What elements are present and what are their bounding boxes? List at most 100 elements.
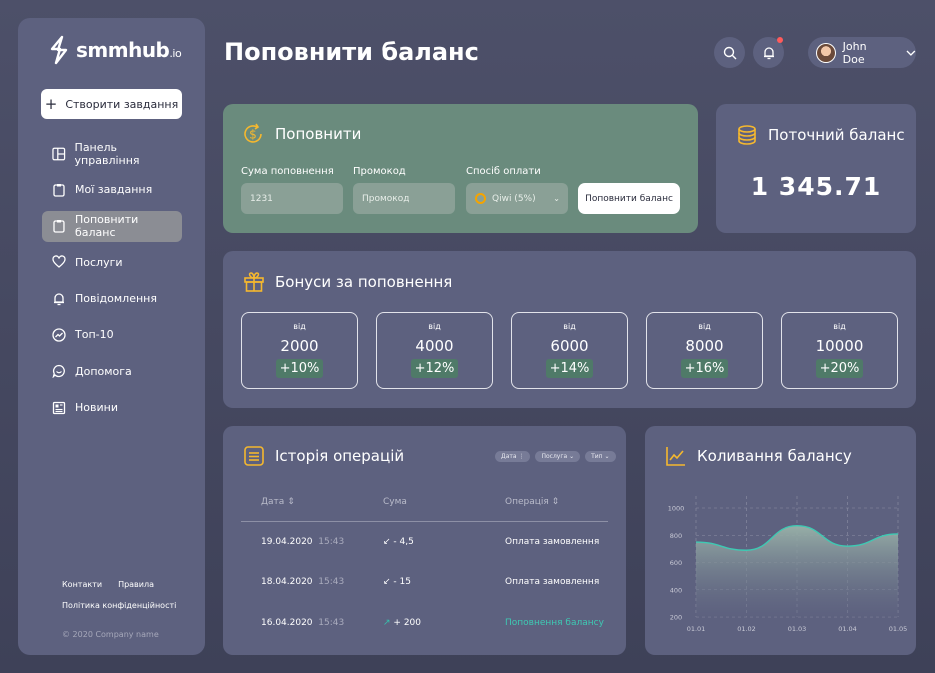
table-row-date: 16.04.2020 15:43: [261, 618, 344, 628]
tier-from: від: [563, 322, 576, 331]
column-date-label: Дата: [261, 497, 285, 507]
topup-card: $ Поповнити Сума поповнення Промокод Спо…: [223, 104, 698, 233]
sidebar-item-label: Панель управління: [74, 140, 140, 167]
y-tick-label: 200: [670, 614, 682, 622]
chevron-down-icon: [906, 50, 916, 56]
sidebar-item-my-tasks[interactable]: Мої завдання: [42, 174, 182, 205]
logo-text: smmhub: [76, 38, 170, 62]
arrow-up-right-icon: ↗: [383, 618, 391, 628]
row-operation: Оплата замовлення: [505, 577, 600, 587]
chevron-down-icon: ⌄: [553, 194, 560, 203]
sidebar-item-top10[interactable]: Топ-10: [42, 319, 182, 350]
filter-type[interactable]: Тип ⌄: [585, 451, 616, 462]
tier-amount: 4000: [415, 337, 454, 355]
y-tick-label: 800: [670, 532, 682, 540]
amount-label: Сума поповнення: [241, 166, 334, 177]
column-operation-label: Операція: [505, 497, 549, 507]
column-operation[interactable]: Операція ⇕: [505, 497, 559, 507]
table-row-date: 19.04.2020 15:43: [261, 537, 344, 547]
y-tick-label: 400: [670, 586, 682, 594]
sidebar-item-services[interactable]: Послуги: [42, 247, 182, 278]
y-tick-label: 600: [670, 559, 682, 567]
column-sum: Сума: [383, 497, 407, 507]
tier-amount: 10000: [815, 337, 864, 355]
promo-label: Промокод: [353, 166, 406, 177]
heart-icon: [52, 255, 66, 269]
list-icon: [244, 446, 264, 466]
plus-icon: +: [44, 94, 58, 113]
table-row-sum: ↙ - 15: [383, 577, 411, 587]
x-tick-label: 01.02: [737, 625, 756, 633]
sidebar-item-label: Новини: [75, 401, 118, 415]
promo-input[interactable]: Промокод: [353, 183, 455, 214]
bonus-title: Бонуси за поповнення: [275, 273, 453, 291]
tier-amount: 2000: [280, 337, 319, 355]
balance-title: Поточний баланс: [768, 126, 905, 144]
dollar-refresh-icon: $: [244, 123, 262, 143]
contacts-link[interactable]: Контакти: [62, 580, 102, 589]
arrow-down-left-icon: ↙: [383, 537, 391, 547]
filter-date[interactable]: Дата ⋮: [495, 451, 531, 462]
topup-submit-button[interactable]: Поповнити баланс: [578, 183, 680, 214]
bonus-tier: від 10000 +20%: [781, 312, 898, 389]
row-date: 19.04.2020: [261, 537, 313, 547]
sort-icon: ⇕: [551, 497, 560, 507]
tier-percent: +14%: [545, 359, 594, 378]
svg-text:$: $: [249, 128, 257, 142]
payment-method-select[interactable]: Qiwi (5%) ⌄: [466, 183, 568, 214]
amount-input[interactable]: 1231: [241, 183, 343, 214]
row-date: 18.04.2020: [261, 577, 313, 587]
tier-from: від: [428, 322, 441, 331]
tier-from: від: [293, 322, 306, 331]
privacy-link[interactable]: Політика конфіденційності: [62, 601, 176, 610]
balance-chart: 200 400 600 800 1000 01.01 01.02 01.03 01.04 01.0…: [668, 496, 907, 633]
table-divider: [241, 521, 608, 522]
balance-chart-card: Коливання балансу 200 400 600 800 1000 01.01 0…: [645, 426, 916, 655]
balance-area: [696, 525, 898, 617]
table-row-date: 18.04.2020 15:43: [261, 577, 344, 587]
x-tick-label: 01.01: [687, 625, 706, 633]
tier-from: від: [833, 322, 846, 331]
user-menu[interactable]: John Doe: [808, 37, 916, 68]
rules-link[interactable]: Правила: [118, 580, 154, 589]
balance-card: Поточний баланс 1 345.71: [716, 104, 916, 233]
sidebar-item-label: Поповнити баланс: [74, 213, 139, 240]
tier-percent: +16%: [680, 359, 729, 378]
create-task-label: Створити завдання: [65, 97, 179, 111]
tier-percent: +20%: [815, 359, 864, 378]
sidebar: smmhub.io + Створити завдання Панель упр…: [18, 18, 205, 655]
history-card: Історія операцій Дата ⋮ Послуга ⌄ Тип ⌄ …: [223, 426, 626, 655]
column-date[interactable]: Дата ⇕: [261, 497, 295, 507]
filter-type-label: Тип: [591, 453, 603, 460]
sidebar-item-help[interactable]: Допомога: [42, 356, 182, 387]
row-sum: + 200: [393, 618, 422, 628]
create-task-button[interactable]: + Створити завдання: [41, 89, 182, 119]
balance-value: 1 345.71: [750, 172, 882, 201]
sidebar-item-notifications[interactable]: Повідомлення: [42, 283, 182, 314]
filter-date-label: Дата: [501, 453, 517, 460]
sidebar-item-dashboard[interactable]: Панель управління: [42, 138, 182, 169]
search-button[interactable]: [714, 37, 745, 68]
notification-dot: [777, 37, 783, 43]
logo[interactable]: smmhub.io: [48, 35, 182, 65]
bell-icon: [763, 46, 774, 59]
dashboard-icon: [52, 147, 66, 160]
sidebar-item-news[interactable]: Новини: [42, 392, 182, 423]
chat-icon: [52, 365, 65, 379]
row-date: 16.04.2020: [261, 618, 313, 628]
sidebar-item-label: Послуги: [75, 255, 123, 269]
sidebar-item-top-up[interactable]: Поповнити баланс: [42, 210, 182, 242]
topup-title: Поповнити: [275, 125, 362, 143]
history-title: Історія операцій: [275, 447, 405, 465]
avatar: [816, 42, 836, 63]
filter-service[interactable]: Послуга ⌄: [535, 451, 581, 462]
bonus-tier: від 2000 +10%: [241, 312, 358, 389]
tier-from: від: [698, 322, 711, 331]
x-tick-label: 01.04: [838, 625, 857, 633]
row-operation[interactable]: Поповнення балансу: [505, 618, 604, 628]
coins-icon: [738, 125, 756, 145]
y-tick-label: 1000: [668, 505, 685, 513]
news-icon: [52, 401, 66, 414]
notifications-button[interactable]: [753, 37, 784, 68]
row-sum: - 4,5: [393, 537, 414, 547]
